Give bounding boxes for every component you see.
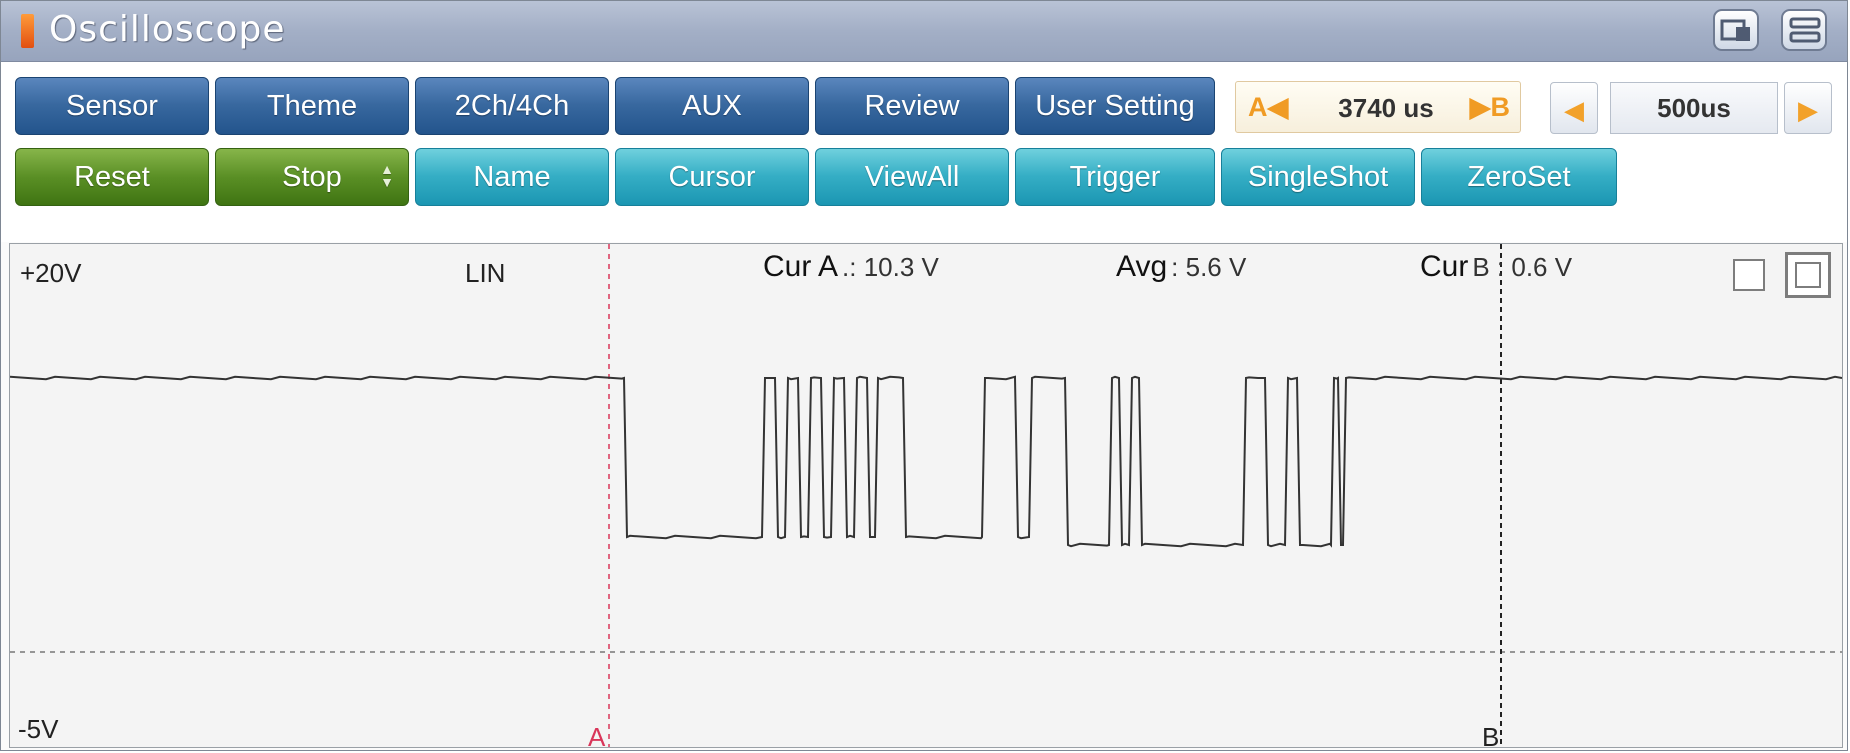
sensor-button[interactable]: Sensor: [15, 77, 209, 135]
y-max-label: +20V: [20, 258, 82, 288]
menu-list-icon[interactable]: [1781, 9, 1827, 51]
cursor-b-marker[interactable]: B: [1482, 722, 1499, 753]
name-button[interactable]: Name: [415, 148, 609, 206]
cursor-span-display: A◀ 3740 us ▶B: [1235, 81, 1521, 133]
stop-button[interactable]: Stop ▲ ▼: [215, 148, 409, 206]
view-all-button[interactable]: ViewAll: [815, 148, 1009, 206]
chevron-left-icon: ◀: [1564, 95, 1584, 125]
aux-button[interactable]: AUX: [615, 77, 809, 135]
cursor-span-value: 3740 us: [1338, 93, 1434, 123]
cursor-b-arrow-icon[interactable]: ▶B: [1470, 92, 1510, 123]
trigger-button[interactable]: Trigger: [1015, 148, 1215, 206]
title-bar: Oscilloscope: [1, 1, 1847, 62]
readout-value: : 5.6 V: [1171, 252, 1247, 282]
timebase-value: 500us: [1610, 82, 1778, 134]
user-setting-button[interactable]: User Setting: [1015, 77, 1215, 135]
chevron-right-icon: ▶: [1798, 95, 1818, 125]
toolbar: Sensor Theme 2Ch/4Ch AUX Review User Set…: [1, 62, 1847, 242]
timebase-increase-button[interactable]: ▶: [1784, 82, 1832, 134]
channel-count-button[interactable]: 2Ch/4Ch: [415, 77, 609, 135]
cursor-a-label: A: [1248, 92, 1268, 122]
cursor-a-marker[interactable]: A: [588, 722, 605, 753]
readout-name: Cur A: [763, 250, 839, 283]
normal-view-icon[interactable]: [1733, 259, 1765, 291]
maximize-view-icon[interactable]: [1785, 252, 1831, 298]
cursor-a-readout: Cur A.: 10.3 V: [763, 250, 939, 284]
channel-label: LIN: [465, 258, 506, 288]
signal-trace: [10, 375, 1842, 548]
review-button[interactable]: Review: [815, 77, 1009, 135]
cursor-a-arrow-icon[interactable]: A◀: [1248, 92, 1288, 123]
window-title: Oscilloscope: [49, 9, 286, 50]
oscilloscope-window: Oscilloscope Sensor Theme 2Ch/4Ch AUX Re…: [0, 0, 1848, 752]
zero-set-button[interactable]: ZeroSet: [1421, 148, 1617, 206]
cursor-button[interactable]: Cursor: [615, 148, 809, 206]
readout-value: B : 0.6 V: [1472, 252, 1573, 282]
average-readout: Avg: 5.6 V: [1116, 250, 1246, 284]
app-logo-icon: [21, 14, 34, 48]
waveform-plot[interactable]: +20V LIN Cur A.: 10.3 V Avg: 5.6 V Cur B …: [9, 243, 1843, 752]
stop-label: Stop: [282, 160, 342, 193]
single-shot-button[interactable]: SingleShot: [1221, 148, 1415, 206]
readout-value: .: 10.3 V: [842, 252, 939, 282]
up-down-arrows-icon: ▲ ▼: [380, 161, 394, 190]
waveform-canvas: [10, 244, 1842, 747]
readout-name: Cur: [1420, 250, 1469, 283]
window-mode-icon[interactable]: [1713, 9, 1759, 51]
cursor-b-readout: Cur B : 0.6 V: [1420, 250, 1572, 284]
readout-name: Avg: [1116, 250, 1168, 283]
reset-button[interactable]: Reset: [15, 148, 209, 206]
theme-button[interactable]: Theme: [215, 77, 409, 135]
cursor-b-label: B: [1490, 92, 1511, 122]
y-min-label: -5V: [18, 714, 59, 744]
timebase-decrease-button[interactable]: ◀: [1550, 82, 1598, 134]
